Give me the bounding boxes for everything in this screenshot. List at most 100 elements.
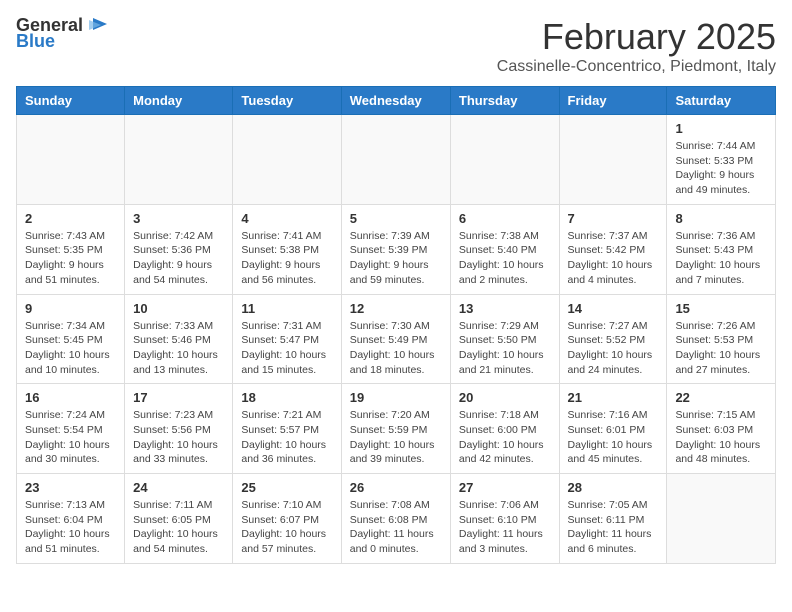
- day-info: Sunrise: 7:44 AM Sunset: 5:33 PM Dayligh…: [675, 139, 767, 198]
- calendar-week-row: 16 Sunrise: 7:24 AM Sunset: 5:54 PM Dayli…: [17, 384, 776, 474]
- weekday-header-row: SundayMondayTuesdayWednesdayThursdayFrid…: [17, 87, 776, 115]
- day-number: 23: [25, 480, 116, 495]
- day-info: Sunrise: 7:39 AM Sunset: 5:39 PM Dayligh…: [350, 229, 442, 288]
- calendar-cell: 7 Sunrise: 7:37 AM Sunset: 5:42 PM Daylig…: [559, 204, 667, 294]
- calendar-cell: 28 Sunrise: 7:05 AM Sunset: 6:11 PM Dayli…: [559, 474, 667, 564]
- day-info: Sunrise: 7:29 AM Sunset: 5:50 PM Dayligh…: [459, 319, 551, 378]
- day-number: 25: [241, 480, 332, 495]
- day-number: 13: [459, 301, 551, 316]
- day-info: Sunrise: 7:34 AM Sunset: 5:45 PM Dayligh…: [25, 319, 116, 378]
- calendar-cell: [450, 115, 559, 205]
- calendar-cell: 24 Sunrise: 7:11 AM Sunset: 6:05 PM Dayli…: [125, 474, 233, 564]
- day-info: Sunrise: 7:06 AM Sunset: 6:10 PM Dayligh…: [459, 498, 551, 557]
- day-number: 14: [568, 301, 659, 316]
- calendar-cell: 2Sunrise: 7:43 AM Sunset: 5:35 PM Daylig…: [17, 204, 125, 294]
- day-number: 15: [675, 301, 767, 316]
- day-info: Sunrise: 7:33 AM Sunset: 5:46 PM Dayligh…: [133, 319, 224, 378]
- day-info: Sunrise: 7:41 AM Sunset: 5:38 PM Dayligh…: [241, 229, 332, 288]
- day-number: 17: [133, 390, 224, 405]
- calendar-cell: 1 Sunrise: 7:44 AM Sunset: 5:33 PM Daylig…: [667, 115, 776, 205]
- day-number: 6: [459, 211, 551, 226]
- day-info: Sunrise: 7:18 AM Sunset: 6:00 PM Dayligh…: [459, 408, 551, 467]
- calendar-cell: 21 Sunrise: 7:16 AM Sunset: 6:01 PM Dayli…: [559, 384, 667, 474]
- logo-blue: Blue: [16, 32, 109, 50]
- calendar-cell: 5 Sunrise: 7:39 AM Sunset: 5:39 PM Daylig…: [341, 204, 450, 294]
- day-number: 18: [241, 390, 332, 405]
- calendar-cell: 11 Sunrise: 7:31 AM Sunset: 5:47 PM Dayli…: [233, 294, 341, 384]
- day-info: Sunrise: 7:30 AM Sunset: 5:49 PM Dayligh…: [350, 319, 442, 378]
- day-number: 1: [675, 121, 767, 136]
- day-info: Sunrise: 7:26 AM Sunset: 5:53 PM Dayligh…: [675, 319, 767, 378]
- day-number: 16: [25, 390, 116, 405]
- day-number: 10: [133, 301, 224, 316]
- day-number: 11: [241, 301, 332, 316]
- calendar-cell: [125, 115, 233, 205]
- calendar-cell: 19Sunrise: 7:20 AM Sunset: 5:59 PM Dayli…: [341, 384, 450, 474]
- day-number: 21: [568, 390, 659, 405]
- day-info: Sunrise: 7:13 AM Sunset: 6:04 PM Dayligh…: [25, 498, 116, 557]
- day-info: Sunrise: 7:37 AM Sunset: 5:42 PM Dayligh…: [568, 229, 659, 288]
- day-info: Sunrise: 7:43 AM Sunset: 5:35 PM Dayligh…: [25, 229, 116, 288]
- day-info: Sunrise: 7:38 AM Sunset: 5:40 PM Dayligh…: [459, 229, 551, 288]
- calendar-cell: 22 Sunrise: 7:15 AM Sunset: 6:03 PM Dayli…: [667, 384, 776, 474]
- weekday-header-friday: Friday: [559, 87, 667, 115]
- calendar-cell: [341, 115, 450, 205]
- calendar: SundayMondayTuesdayWednesdayThursdayFrid…: [16, 86, 776, 564]
- weekday-header-wednesday: Wednesday: [341, 87, 450, 115]
- day-number: 20: [459, 390, 551, 405]
- day-number: 27: [459, 480, 551, 495]
- calendar-cell: 10 Sunrise: 7:33 AM Sunset: 5:46 PM Dayli…: [125, 294, 233, 384]
- day-number: 9: [25, 301, 116, 316]
- location-title: Cassinelle-Concentrico, Piedmont, Italy: [497, 58, 776, 76]
- day-info: Sunrise: 7:21 AM Sunset: 5:57 PM Dayligh…: [241, 408, 332, 467]
- day-info: Sunrise: 7:27 AM Sunset: 5:52 PM Dayligh…: [568, 319, 659, 378]
- title-area: February 2025 Cassinelle-Concentrico, Pi…: [497, 16, 776, 76]
- day-number: 24: [133, 480, 224, 495]
- calendar-cell: 26 Sunrise: 7:08 AM Sunset: 6:08 PM Dayli…: [341, 474, 450, 564]
- weekday-header-thursday: Thursday: [450, 87, 559, 115]
- calendar-cell: 16 Sunrise: 7:24 AM Sunset: 5:54 PM Dayli…: [17, 384, 125, 474]
- calendar-cell: 9 Sunrise: 7:34 AM Sunset: 5:45 PM Daylig…: [17, 294, 125, 384]
- calendar-week-row: 1 Sunrise: 7:44 AM Sunset: 5:33 PM Daylig…: [17, 115, 776, 205]
- calendar-cell: 6 Sunrise: 7:38 AM Sunset: 5:40 PM Daylig…: [450, 204, 559, 294]
- day-info: Sunrise: 7:31 AM Sunset: 5:47 PM Dayligh…: [241, 319, 332, 378]
- day-info: Sunrise: 7:16 AM Sunset: 6:01 PM Dayligh…: [568, 408, 659, 467]
- day-info: Sunrise: 7:05 AM Sunset: 6:11 PM Dayligh…: [568, 498, 659, 557]
- weekday-header-monday: Monday: [125, 87, 233, 115]
- calendar-cell: 27 Sunrise: 7:06 AM Sunset: 6:10 PM Dayli…: [450, 474, 559, 564]
- day-number: 22: [675, 390, 767, 405]
- calendar-cell: 20 Sunrise: 7:18 AM Sunset: 6:00 PM Dayli…: [450, 384, 559, 474]
- calendar-cell: 23 Sunrise: 7:13 AM Sunset: 6:04 PM Dayli…: [17, 474, 125, 564]
- day-info: Sunrise: 7:24 AM Sunset: 5:54 PM Dayligh…: [25, 408, 116, 467]
- day-info: Sunrise: 7:11 AM Sunset: 6:05 PM Dayligh…: [133, 498, 224, 557]
- day-number: 26: [350, 480, 442, 495]
- calendar-week-row: 9 Sunrise: 7:34 AM Sunset: 5:45 PM Daylig…: [17, 294, 776, 384]
- day-info: Sunrise: 7:36 AM Sunset: 5:43 PM Dayligh…: [675, 229, 767, 288]
- calendar-cell: 4Sunrise: 7:41 AM Sunset: 5:38 PM Daylig…: [233, 204, 341, 294]
- weekday-header-tuesday: Tuesday: [233, 87, 341, 115]
- day-number: 8: [675, 211, 767, 226]
- day-info: Sunrise: 7:42 AM Sunset: 5:36 PM Dayligh…: [133, 229, 224, 288]
- calendar-cell: 25Sunrise: 7:10 AM Sunset: 6:07 PM Dayli…: [233, 474, 341, 564]
- logo: General Blue: [16, 16, 109, 50]
- calendar-cell: 15 Sunrise: 7:26 AM Sunset: 5:53 PM Dayli…: [667, 294, 776, 384]
- day-number: 12: [350, 301, 442, 316]
- day-number: 5: [350, 211, 442, 226]
- calendar-cell: 17 Sunrise: 7:23 AM Sunset: 5:56 PM Dayli…: [125, 384, 233, 474]
- day-number: 3: [133, 211, 224, 226]
- day-info: Sunrise: 7:15 AM Sunset: 6:03 PM Dayligh…: [675, 408, 767, 467]
- day-info: Sunrise: 7:08 AM Sunset: 6:08 PM Dayligh…: [350, 498, 442, 557]
- calendar-cell: 14 Sunrise: 7:27 AM Sunset: 5:52 PM Dayli…: [559, 294, 667, 384]
- day-number: 19: [350, 390, 442, 405]
- calendar-cell: 12 Sunrise: 7:30 AM Sunset: 5:49 PM Dayli…: [341, 294, 450, 384]
- calendar-cell: [233, 115, 341, 205]
- day-info: Sunrise: 7:23 AM Sunset: 5:56 PM Dayligh…: [133, 408, 224, 467]
- day-number: 28: [568, 480, 659, 495]
- weekday-header-saturday: Saturday: [667, 87, 776, 115]
- weekday-header-sunday: Sunday: [17, 87, 125, 115]
- day-number: 7: [568, 211, 659, 226]
- calendar-cell: [667, 474, 776, 564]
- month-title: February 2025: [497, 16, 776, 58]
- calendar-cell: 3 Sunrise: 7:42 AM Sunset: 5:36 PM Daylig…: [125, 204, 233, 294]
- calendar-cell: 18 Sunrise: 7:21 AM Sunset: 5:57 PM Dayli…: [233, 384, 341, 474]
